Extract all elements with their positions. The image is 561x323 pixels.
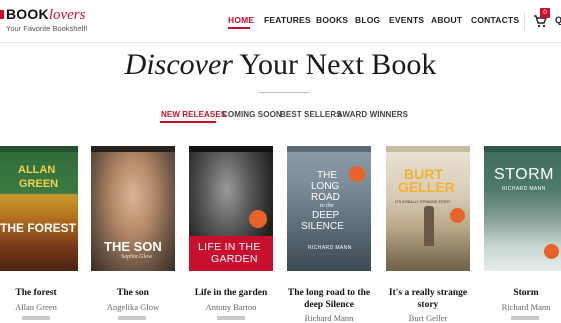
book-author: Allan Green bbox=[15, 302, 57, 312]
book-cover-the-long-road[interactable]: THE LONG ROAD to the DEEP SILENCE RICHAR… bbox=[287, 146, 371, 271]
cover-title-line-1: LIFE IN THE bbox=[198, 241, 261, 253]
nav-home[interactable]: HOME bbox=[228, 15, 254, 25]
nav-active-indicator bbox=[228, 27, 250, 29]
book-title[interactable]: Storm bbox=[484, 287, 561, 299]
tab-new-releases[interactable]: NEW RELEASES bbox=[161, 110, 226, 119]
cover-title-line-2: GARDEN bbox=[211, 253, 258, 265]
book-price bbox=[511, 316, 539, 320]
cover-author-line-1: ALLAN bbox=[18, 164, 56, 176]
nav-blog[interactable]: BLOG bbox=[355, 15, 380, 25]
search-icon[interactable]: Q bbox=[555, 15, 561, 25]
cover-title-word: LONG bbox=[311, 181, 340, 192]
book-title[interactable]: The forest bbox=[0, 287, 78, 299]
logo-text-book: BOOK bbox=[6, 6, 49, 22]
tab-active-indicator bbox=[160, 121, 216, 123]
cover-title: THE SON bbox=[104, 239, 162, 254]
nav-contacts[interactable]: CONTACTS bbox=[471, 15, 519, 25]
nav-divider bbox=[524, 12, 525, 30]
book-price bbox=[118, 316, 146, 320]
cover-title: STORM bbox=[494, 166, 554, 183]
cover-title: THE FOREST bbox=[0, 221, 77, 235]
book-cover-the-forest[interactable]: ALLAN GREEN THE FOREST bbox=[0, 146, 78, 271]
cover-title-word: to the bbox=[320, 203, 334, 209]
cover-title-word: DEEP bbox=[312, 210, 340, 221]
tab-coming-soon[interactable]: COMING SOON bbox=[222, 110, 282, 119]
cover-badge bbox=[249, 210, 267, 228]
book-price bbox=[217, 316, 245, 320]
page-title-emphasis: Discover bbox=[124, 48, 233, 81]
cover-badge bbox=[349, 166, 365, 182]
tab-award-winners[interactable]: AWARD WINNERS bbox=[337, 110, 408, 119]
book-author: Burt Geller bbox=[408, 313, 448, 323]
nav-events[interactable]: EVENTS bbox=[389, 15, 424, 25]
book-cover-the-son[interactable]: THE SON Sophia Glow bbox=[91, 146, 175, 271]
book-title[interactable]: It's a really strange story bbox=[382, 287, 474, 311]
book-author: Antony Barton bbox=[205, 302, 257, 312]
cover-author: RICHARD MANN bbox=[502, 186, 546, 192]
cover-title-word: THE bbox=[317, 170, 337, 181]
book-title[interactable]: The son bbox=[91, 287, 175, 299]
cover-author-line-2: GREEN bbox=[19, 178, 59, 190]
page-title: Discover Your Next Book bbox=[0, 48, 561, 82]
book-title[interactable]: Life in the garden bbox=[189, 287, 273, 299]
page-title-rest: Your Next Book bbox=[239, 48, 437, 81]
cover-badge bbox=[544, 244, 559, 259]
nav-features[interactable]: FEATURES bbox=[264, 15, 311, 25]
book-cover-life-in-the-garden[interactable]: LIFE IN THE GARDEN bbox=[189, 146, 273, 271]
cover-author-line-2: GELLER bbox=[398, 179, 455, 195]
book-price bbox=[22, 316, 50, 320]
cart-count-badge: 0 bbox=[540, 8, 550, 18]
title-divider bbox=[259, 92, 309, 93]
nav-books[interactable]: BOOKS bbox=[316, 15, 348, 25]
book-author: Angelika Glow bbox=[106, 302, 160, 312]
book-cover-strange-story[interactable]: BURT GELLER IT'S A REALLY STRANGE STORY bbox=[386, 146, 470, 271]
tab-best-sellers[interactable]: BEST SELLERS bbox=[280, 110, 342, 119]
tagline: Your Favorite Bookshelf! bbox=[6, 24, 88, 33]
cover-title: IT'S A REALLY STRANGE STORY bbox=[395, 200, 451, 204]
book-author: Richard Mann bbox=[501, 302, 551, 312]
cover-author: Sophia Glow bbox=[121, 254, 153, 260]
book-cover-storm[interactable]: STORM RICHARD MANN bbox=[484, 146, 561, 271]
logo-mark bbox=[0, 10, 4, 19]
logo-text-lovers: lovers bbox=[48, 7, 86, 23]
cover-title-word: ROAD bbox=[311, 192, 340, 203]
cover-badge bbox=[450, 208, 465, 223]
book-author: Richard Mann bbox=[304, 313, 354, 323]
book-title[interactable]: The long road to the deep Silence bbox=[283, 287, 375, 311]
cover-figure bbox=[424, 206, 434, 246]
cover-author: RICHARD MANN bbox=[308, 245, 352, 251]
nav-about[interactable]: ABOUT bbox=[431, 15, 462, 25]
site-header: BOOKlovers Your Favorite Bookshelf! HOME… bbox=[0, 0, 561, 43]
cover-title-word: SILENCE bbox=[301, 221, 344, 232]
